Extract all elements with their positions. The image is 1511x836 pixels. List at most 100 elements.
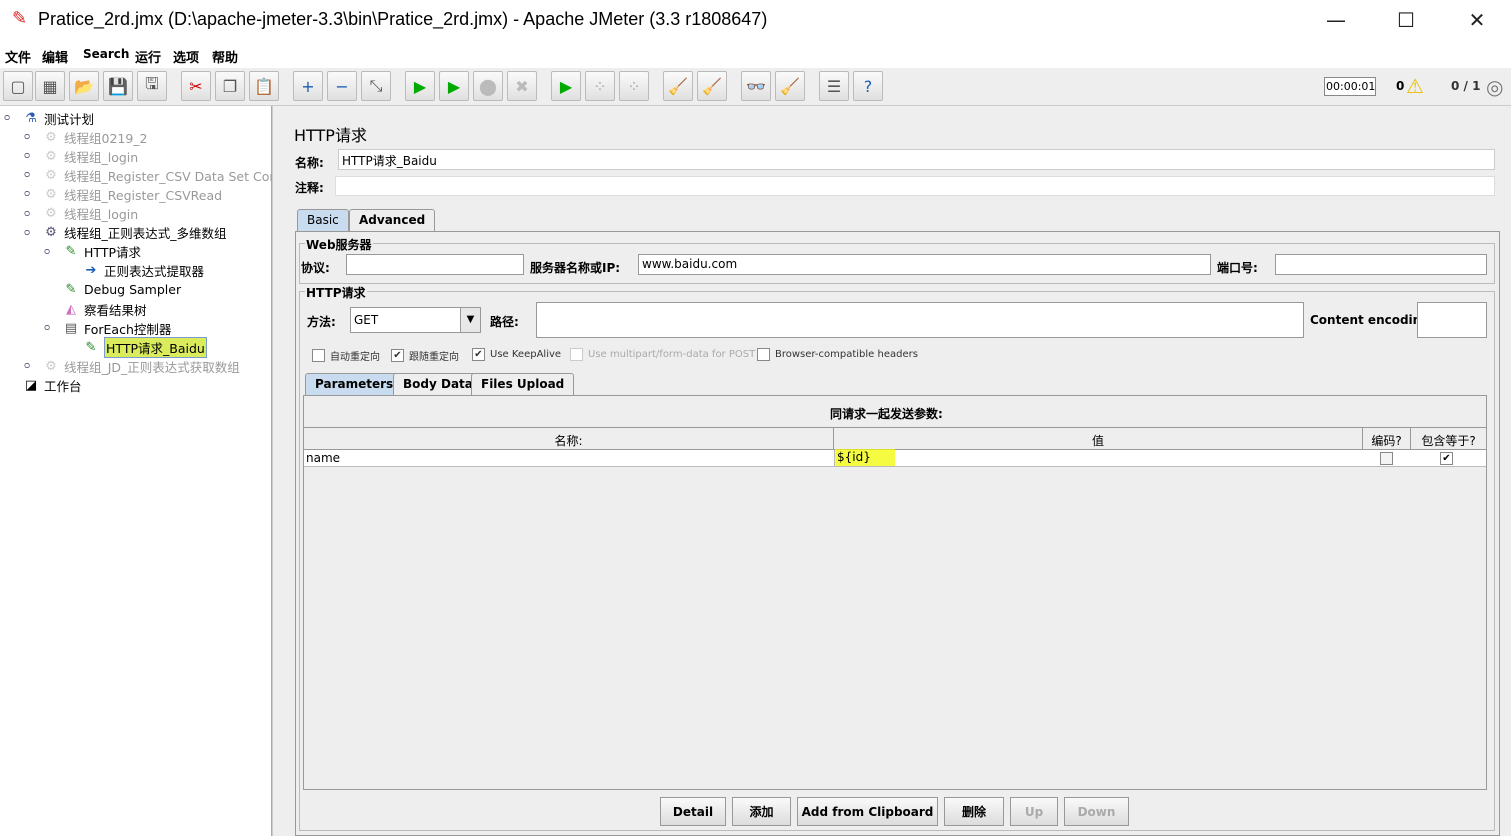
menu-options[interactable]: 选项 (173, 47, 199, 66)
checkbox-box[interactable]: ✔ (391, 349, 404, 362)
column-header-encode[interactable]: 编码? (1363, 428, 1411, 450)
clear-icon[interactable]: 🧹 (663, 71, 693, 101)
expand-handle-icon[interactable]: ᴑ (24, 151, 30, 161)
tree-node[interactable]: ᴑ ⚙ 线程组_正则表达式_多维数组 (24, 224, 227, 242)
tree-node[interactable]: ᴑ ⚙ 线程组_login (24, 205, 138, 223)
checkbox-option[interactable]: ✔ 跟随重定向 (391, 348, 459, 363)
remote-start-icon[interactable]: ▶ (551, 71, 581, 101)
new-icon[interactable]: ▢ (3, 71, 33, 101)
tree-node[interactable]: ᴑ ⚙ 线程组0219_2 (24, 128, 148, 146)
checkbox-option[interactable]: Use multipart/form-data for POST (570, 348, 755, 361)
checkbox-box[interactable]: ✔ (472, 348, 485, 361)
tree-node[interactable]: ᴑ ⚙ 线程组_Register_CSVRead (24, 185, 222, 203)
checkbox-option[interactable]: ✔ Use KeepAlive (472, 348, 561, 361)
tab-advanced[interactable]: Advanced (349, 209, 436, 231)
expand-handle-icon[interactable]: ᴑ (24, 209, 30, 219)
expand-handle-icon[interactable]: ᴑ (24, 189, 30, 199)
remote-stop-icon[interactable]: ⁘ (585, 71, 615, 101)
minimize-button[interactable]: — (1316, 8, 1356, 34)
stop-icon[interactable]: ⬤ (473, 71, 503, 101)
tree-node[interactable]: ➔ 正则表达式提取器 (82, 262, 204, 280)
expand-handle-icon[interactable]: ᴑ (4, 113, 10, 123)
checkbox-box[interactable] (570, 348, 583, 361)
menu-file[interactable]: 文件 (5, 47, 31, 66)
down-button[interactable]: Down (1064, 797, 1129, 826)
detail-button[interactable]: Detail (660, 797, 726, 826)
checkbox-option[interactable]: Browser-compatible headers (757, 348, 918, 361)
server-field[interactable]: www.baidu.com (638, 254, 1211, 275)
tab-basic[interactable]: Basic (297, 209, 349, 231)
checkbox-box[interactable] (312, 349, 325, 362)
path-field[interactable] (536, 302, 1304, 338)
subtab-files-upload[interactable]: Files Upload (471, 373, 575, 395)
chevron-down-icon[interactable]: ▼ (460, 308, 480, 332)
delete-button[interactable]: 删除 (944, 797, 1004, 826)
shutdown-icon[interactable]: ✖ (507, 71, 537, 101)
tree-node[interactable]: ᴑ ⚙ 线程组_Register_CSV Data Set Config (24, 166, 293, 184)
menu-run[interactable]: 运行 (135, 47, 161, 66)
remote-shutdown-icon[interactable]: ⁘ (619, 71, 649, 101)
checkbox-option[interactable]: 自动重定向 (312, 348, 380, 363)
expand-handle-icon[interactable]: ᴑ (44, 323, 50, 333)
start-no-pause-icon[interactable]: ▶ (439, 71, 469, 101)
expand-handle-icon[interactable]: ᴑ (44, 247, 50, 257)
maximize-button[interactable]: ☐ (1386, 8, 1426, 34)
templates-icon[interactable]: ▦ (35, 71, 65, 101)
clear-all-icon[interactable]: 🧹 (697, 71, 727, 101)
tree-node[interactable]: ◭ 察看结果树 (62, 300, 147, 318)
tree-node[interactable]: ᴑ ⚙ 线程组_login (24, 147, 138, 165)
splitter[interactable] (272, 106, 285, 836)
content-encoding-field[interactable] (1417, 302, 1487, 338)
tree-node[interactable]: ᴑ ✎ HTTP请求 (44, 243, 141, 261)
paste-icon[interactable]: 📋 (249, 71, 279, 101)
remote-status-icon[interactable]: ◎ (1486, 75, 1503, 99)
encode-checkbox[interactable] (1380, 452, 1393, 465)
expand-handle-icon[interactable]: ᴑ (24, 132, 30, 142)
protocol-field[interactable] (346, 254, 524, 275)
param-value-cell[interactable]: ${id} (834, 449, 1363, 466)
add-from-clipboard-button[interactable]: Add from Clipboard (797, 797, 938, 826)
expand-handle-icon[interactable]: ᴑ (24, 170, 30, 180)
function-helper-icon[interactable]: ☰ (819, 71, 849, 101)
table-row[interactable]: name ${id} ✔ (304, 449, 1486, 467)
toggle-icon[interactable]: ⤡ (361, 71, 391, 101)
tree-node[interactable]: ◪ 工作台 (22, 376, 82, 394)
checkbox-box[interactable] (757, 348, 770, 361)
subtab-parameters[interactable]: Parameters (305, 373, 404, 395)
expand-handle-icon[interactable]: ᴑ (24, 228, 30, 238)
search-icon[interactable]: 👓 (741, 71, 771, 101)
tree-node[interactable]: ᴑ ⚗ 测试计划 (4, 109, 94, 127)
column-header-name[interactable]: 名称: (304, 428, 834, 450)
save-as-icon[interactable]: 🖫 (137, 71, 167, 101)
comment-field[interactable] (335, 176, 1495, 196)
column-header-include-equals[interactable]: 包含等于? (1411, 428, 1486, 450)
save-icon[interactable]: 💾 (103, 71, 133, 101)
help-icon[interactable]: ? (853, 71, 883, 101)
expand-icon[interactable]: + (293, 71, 323, 101)
include-equals-checkbox[interactable]: ✔ (1440, 452, 1453, 465)
column-header-value[interactable]: 值 (834, 428, 1363, 450)
tree-node[interactable]: ᴑ ▤ ForEach控制器 (44, 319, 171, 337)
param-name-cell[interactable]: name (306, 451, 340, 465)
tree-node[interactable]: ✎ HTTP请求_Baidu (82, 336, 207, 358)
name-field[interactable]: HTTP请求_Baidu (338, 149, 1495, 170)
up-button[interactable]: Up (1010, 797, 1058, 826)
menu-search[interactable]: Search (83, 47, 129, 61)
tree-node[interactable]: ᴑ ⚙ 线程组_JD_正则表达式获取数组 (24, 357, 240, 375)
subtab-body-data[interactable]: Body Data (393, 373, 483, 395)
tree-node[interactable]: ✎ Debug Sampler (62, 281, 182, 299)
port-field[interactable] (1275, 254, 1487, 275)
warning-icon[interactable]: ⚠ (1406, 74, 1424, 98)
start-icon[interactable]: ▶ (405, 71, 435, 101)
cut-icon[interactable]: ✂ (181, 71, 211, 101)
menu-edit[interactable]: 编辑 (42, 47, 68, 66)
open-icon[interactable]: 📂 (69, 71, 99, 101)
method-select[interactable]: GET ▼ (350, 307, 481, 333)
close-button[interactable]: ✕ (1457, 8, 1497, 34)
collapse-icon[interactable]: − (327, 71, 357, 101)
menu-help[interactable]: 帮助 (212, 47, 238, 66)
add-button[interactable]: 添加 (732, 797, 791, 826)
copy-icon[interactable]: ❐ (215, 71, 245, 101)
expand-handle-icon[interactable]: ᴑ (24, 361, 30, 371)
reset-search-icon[interactable]: 🧹 (775, 71, 805, 101)
